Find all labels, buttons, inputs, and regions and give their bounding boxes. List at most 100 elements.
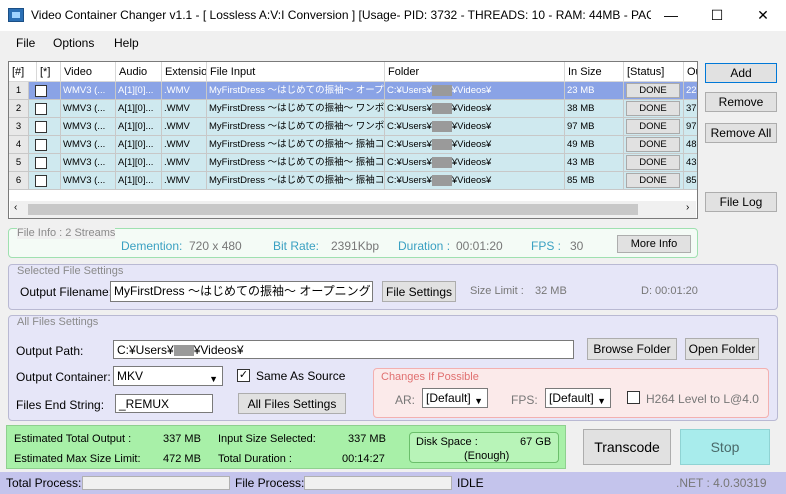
folder-suffix: ¥Videos¥	[451, 85, 492, 96]
output-container-value: MKV	[117, 369, 144, 383]
col-header-index[interactable]: [#]	[9, 62, 37, 82]
row-checkbox[interactable]	[35, 175, 47, 187]
row-check-cell	[29, 172, 61, 190]
output-filename-input[interactable]: MyFirstDress ～はじめての振袖～ オープニング	[110, 281, 373, 302]
est-output-value: 337 MB	[163, 433, 201, 445]
scrollbar-thumb[interactable]	[28, 204, 638, 215]
row-check-cell	[29, 82, 61, 100]
row-checkbox[interactable]	[35, 121, 47, 133]
open-folder-button[interactable]: Open Folder	[685, 338, 759, 360]
size-limit-label: Size Limit :	[470, 285, 524, 297]
output-path-suffix: ¥Videos¥	[193, 343, 244, 357]
output-filename-label: Output Filename:	[20, 285, 113, 299]
col-header-video[interactable]: Video	[61, 62, 116, 82]
row-check-cell	[29, 136, 61, 154]
cell-audio: A[1][0]...	[116, 118, 162, 136]
cell-in-size: 23 MB	[565, 82, 624, 100]
cell-file-input: MyFirstDress ～はじめての振袖～ ワンポイ...	[207, 118, 385, 136]
minimize-button[interactable]: —	[648, 0, 694, 31]
changes-if-possible-panel: Changes If Possible AR: [Default] ▼ FPS: …	[373, 368, 769, 418]
fps-select[interactable]: [Default] ▼	[545, 388, 611, 408]
menu-file[interactable]: File	[16, 36, 35, 50]
status-done-button[interactable]: DONE	[626, 137, 680, 152]
status-done-button[interactable]: DONE	[626, 83, 680, 98]
status-done-button[interactable]: DONE	[626, 101, 680, 116]
remove-all-button[interactable]: Remove All	[705, 123, 777, 143]
all-files-title: All Files Settings	[17, 316, 99, 328]
cell-status: DONE	[624, 100, 684, 118]
status-done-button[interactable]: DONE	[626, 155, 680, 170]
cell-video: WMV3 (...	[61, 100, 116, 118]
cell-folder: C:¥Users¥ ¥Videos¥	[385, 100, 565, 118]
bitrate-value: 2391Kbp	[331, 239, 380, 253]
maximize-button[interactable]: ☐	[694, 0, 740, 31]
close-button[interactable]: ✕	[740, 0, 786, 31]
horizontal-scrollbar[interactable]: ‹ ›	[10, 201, 696, 218]
table-row[interactable]: 4 WMV3 (... A[1][0]... .WMV MyFirstDress…	[9, 136, 697, 154]
row-checkbox[interactable]	[35, 85, 47, 97]
cell-folder: C:¥Users¥ ¥Videos¥	[385, 118, 565, 136]
col-header-file-input[interactable]: File Input	[207, 62, 385, 82]
same-as-source-label: Same As Source	[256, 369, 346, 383]
row-checkbox[interactable]	[35, 139, 47, 151]
row-number: 4	[9, 136, 29, 154]
file-info-panel: File Info : 2 Streams Demention: 720 x 4…	[8, 227, 698, 258]
col-header-audio[interactable]: Audio	[116, 62, 162, 82]
add-button[interactable]: Add	[705, 63, 777, 83]
cell-extension: .WMV	[162, 136, 207, 154]
folder-prefix: C:¥Users¥	[387, 175, 432, 186]
row-checkbox[interactable]	[35, 157, 47, 169]
col-header-status[interactable]: [Status]	[624, 62, 684, 82]
status-done-button[interactable]: DONE	[626, 119, 680, 134]
browse-folder-button[interactable]: Browse Folder	[587, 338, 677, 360]
folder-suffix: ¥Videos¥	[451, 175, 492, 186]
table-row[interactable]: 2 WMV3 (... A[1][0]... .WMV MyFirstDress…	[9, 100, 697, 118]
selected-file-settings-panel: Selected File Settings Output Filename: …	[8, 264, 778, 310]
files-end-string-input[interactable]: _REMUX	[115, 394, 213, 413]
scroll-right-icon[interactable]: ›	[686, 202, 689, 213]
cell-output: 97	[684, 118, 697, 136]
cell-video: WMV3 (...	[61, 82, 116, 100]
cell-in-size: 97 MB	[565, 118, 624, 136]
file-log-button[interactable]: File Log	[705, 192, 777, 212]
remove-button[interactable]: Remove	[705, 92, 777, 112]
cell-output: 37	[684, 100, 697, 118]
file-process-bar	[304, 476, 452, 490]
menu-options[interactable]: Options	[53, 36, 94, 50]
folder-prefix: C:¥Users¥	[387, 121, 432, 132]
table-row[interactable]: 1 WMV3 (... A[1][0]... .WMV MyFirstDress…	[9, 82, 697, 100]
file-settings-button[interactable]: File Settings	[382, 281, 456, 302]
output-container-select[interactable]: MKV ▼	[113, 366, 223, 386]
table-row[interactable]: 6 WMV3 (... A[1][0]... .WMV MyFirstDress…	[9, 172, 697, 190]
output-path-input[interactable]: C:¥Users¥ ¥Videos¥	[113, 340, 574, 359]
redacted-username	[431, 174, 452, 186]
same-as-source-checkbox[interactable]: ✓	[237, 369, 250, 382]
more-info-button[interactable]: More Info	[617, 235, 691, 253]
col-header-in-size[interactable]: In Size	[565, 62, 624, 82]
col-header-folder[interactable]: Folder	[385, 62, 565, 82]
status-done-button[interactable]: DONE	[626, 173, 680, 188]
h264-level-checkbox[interactable]	[627, 391, 640, 404]
fps-value: 30	[570, 239, 584, 253]
selected-file-title: Selected File Settings	[17, 265, 124, 277]
col-header-output[interactable]: Ou	[684, 62, 697, 82]
file-list-grid[interactable]: [#] [*] Video Audio Extensio File Input …	[8, 61, 698, 219]
scroll-left-icon[interactable]: ‹	[14, 202, 17, 213]
cell-folder: C:¥Users¥ ¥Videos¥	[385, 154, 565, 172]
ar-select[interactable]: [Default] ▼	[422, 388, 488, 408]
col-header-extension[interactable]: Extensio	[162, 62, 207, 82]
stop-button[interactable]: Stop	[680, 429, 770, 465]
menu-help[interactable]: Help	[114, 36, 139, 50]
cell-file-input: MyFirstDress ～はじめての振袖～ 振袖コレ...	[207, 172, 385, 190]
folder-prefix: C:¥Users¥	[387, 103, 432, 114]
title-bar: Video Container Changer v1.1 - [ Lossles…	[0, 0, 786, 31]
chevron-down-icon: ▼	[474, 396, 483, 406]
col-header-check[interactable]: [*]	[37, 62, 61, 82]
table-row[interactable]: 3 WMV3 (... A[1][0]... .WMV MyFirstDress…	[9, 118, 697, 136]
transcode-button[interactable]: Transcode	[583, 429, 671, 465]
app-icon	[8, 8, 24, 22]
row-checkbox[interactable]	[35, 103, 47, 115]
table-row[interactable]: 5 WMV3 (... A[1][0]... .WMV MyFirstDress…	[9, 154, 697, 172]
redacted-username	[431, 102, 452, 114]
all-files-settings-button[interactable]: All Files Settings	[238, 393, 346, 414]
